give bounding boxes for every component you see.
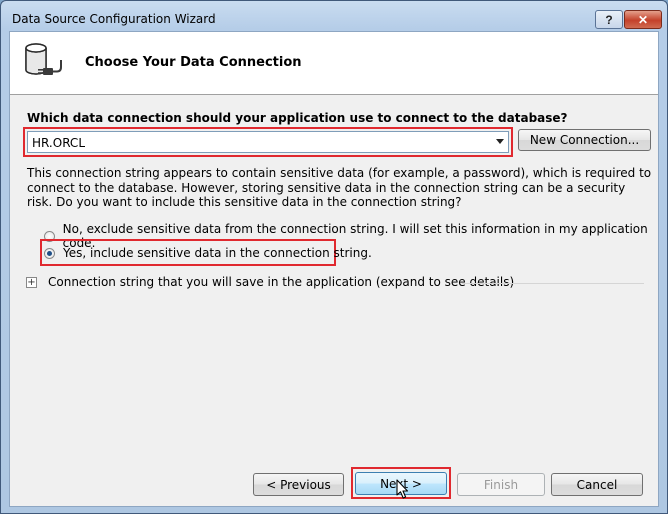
close-button[interactable]: ✕	[624, 10, 662, 29]
connection-dropdown[interactable]: HR.ORCL	[23, 127, 513, 157]
page-title: Choose Your Data Connection	[85, 55, 302, 70]
help-button[interactable]: ?	[595, 10, 623, 29]
connection-string-expander-label[interactable]: Connection string that you will save in …	[48, 275, 514, 289]
mouse-cursor-icon	[396, 479, 409, 499]
previous-button[interactable]: < Previous	[253, 473, 344, 496]
wizard-window: Data Source Configuration Wizard ? ✕ Cho…	[0, 0, 668, 514]
wizard-header: Choose Your Data Connection	[10, 32, 658, 95]
radio-include-sensitive[interactable]: Yes, include sensitive data in the conne…	[44, 246, 372, 260]
window-title: Data Source Configuration Wizard	[12, 12, 216, 26]
chevron-down-icon[interactable]	[496, 139, 504, 144]
sensitive-data-note: This connection string appears to contai…	[27, 166, 652, 209]
radio-button-checked-icon[interactable]	[44, 247, 55, 259]
wizard-client-area: Choose Your Data Connection Which data c…	[9, 31, 659, 507]
database-connection-icon	[25, 43, 62, 75]
title-bar[interactable]: Data Source Configuration Wizard ? ✕	[1, 1, 667, 31]
finish-button: Finish	[457, 473, 545, 496]
cancel-button[interactable]: Cancel	[551, 473, 643, 496]
connection-question-label: Which data connection should your applic…	[27, 111, 568, 125]
connection-dropdown-value: HR.ORCL	[32, 136, 85, 150]
radio-include-label: Yes, include sensitive data in the conne…	[63, 246, 372, 260]
expand-plus-icon[interactable]: +	[26, 277, 37, 288]
new-connection-button[interactable]: New Connection...	[518, 129, 651, 151]
separator-line	[462, 283, 644, 284]
connection-dropdown-field[interactable]: HR.ORCL	[27, 131, 509, 153]
